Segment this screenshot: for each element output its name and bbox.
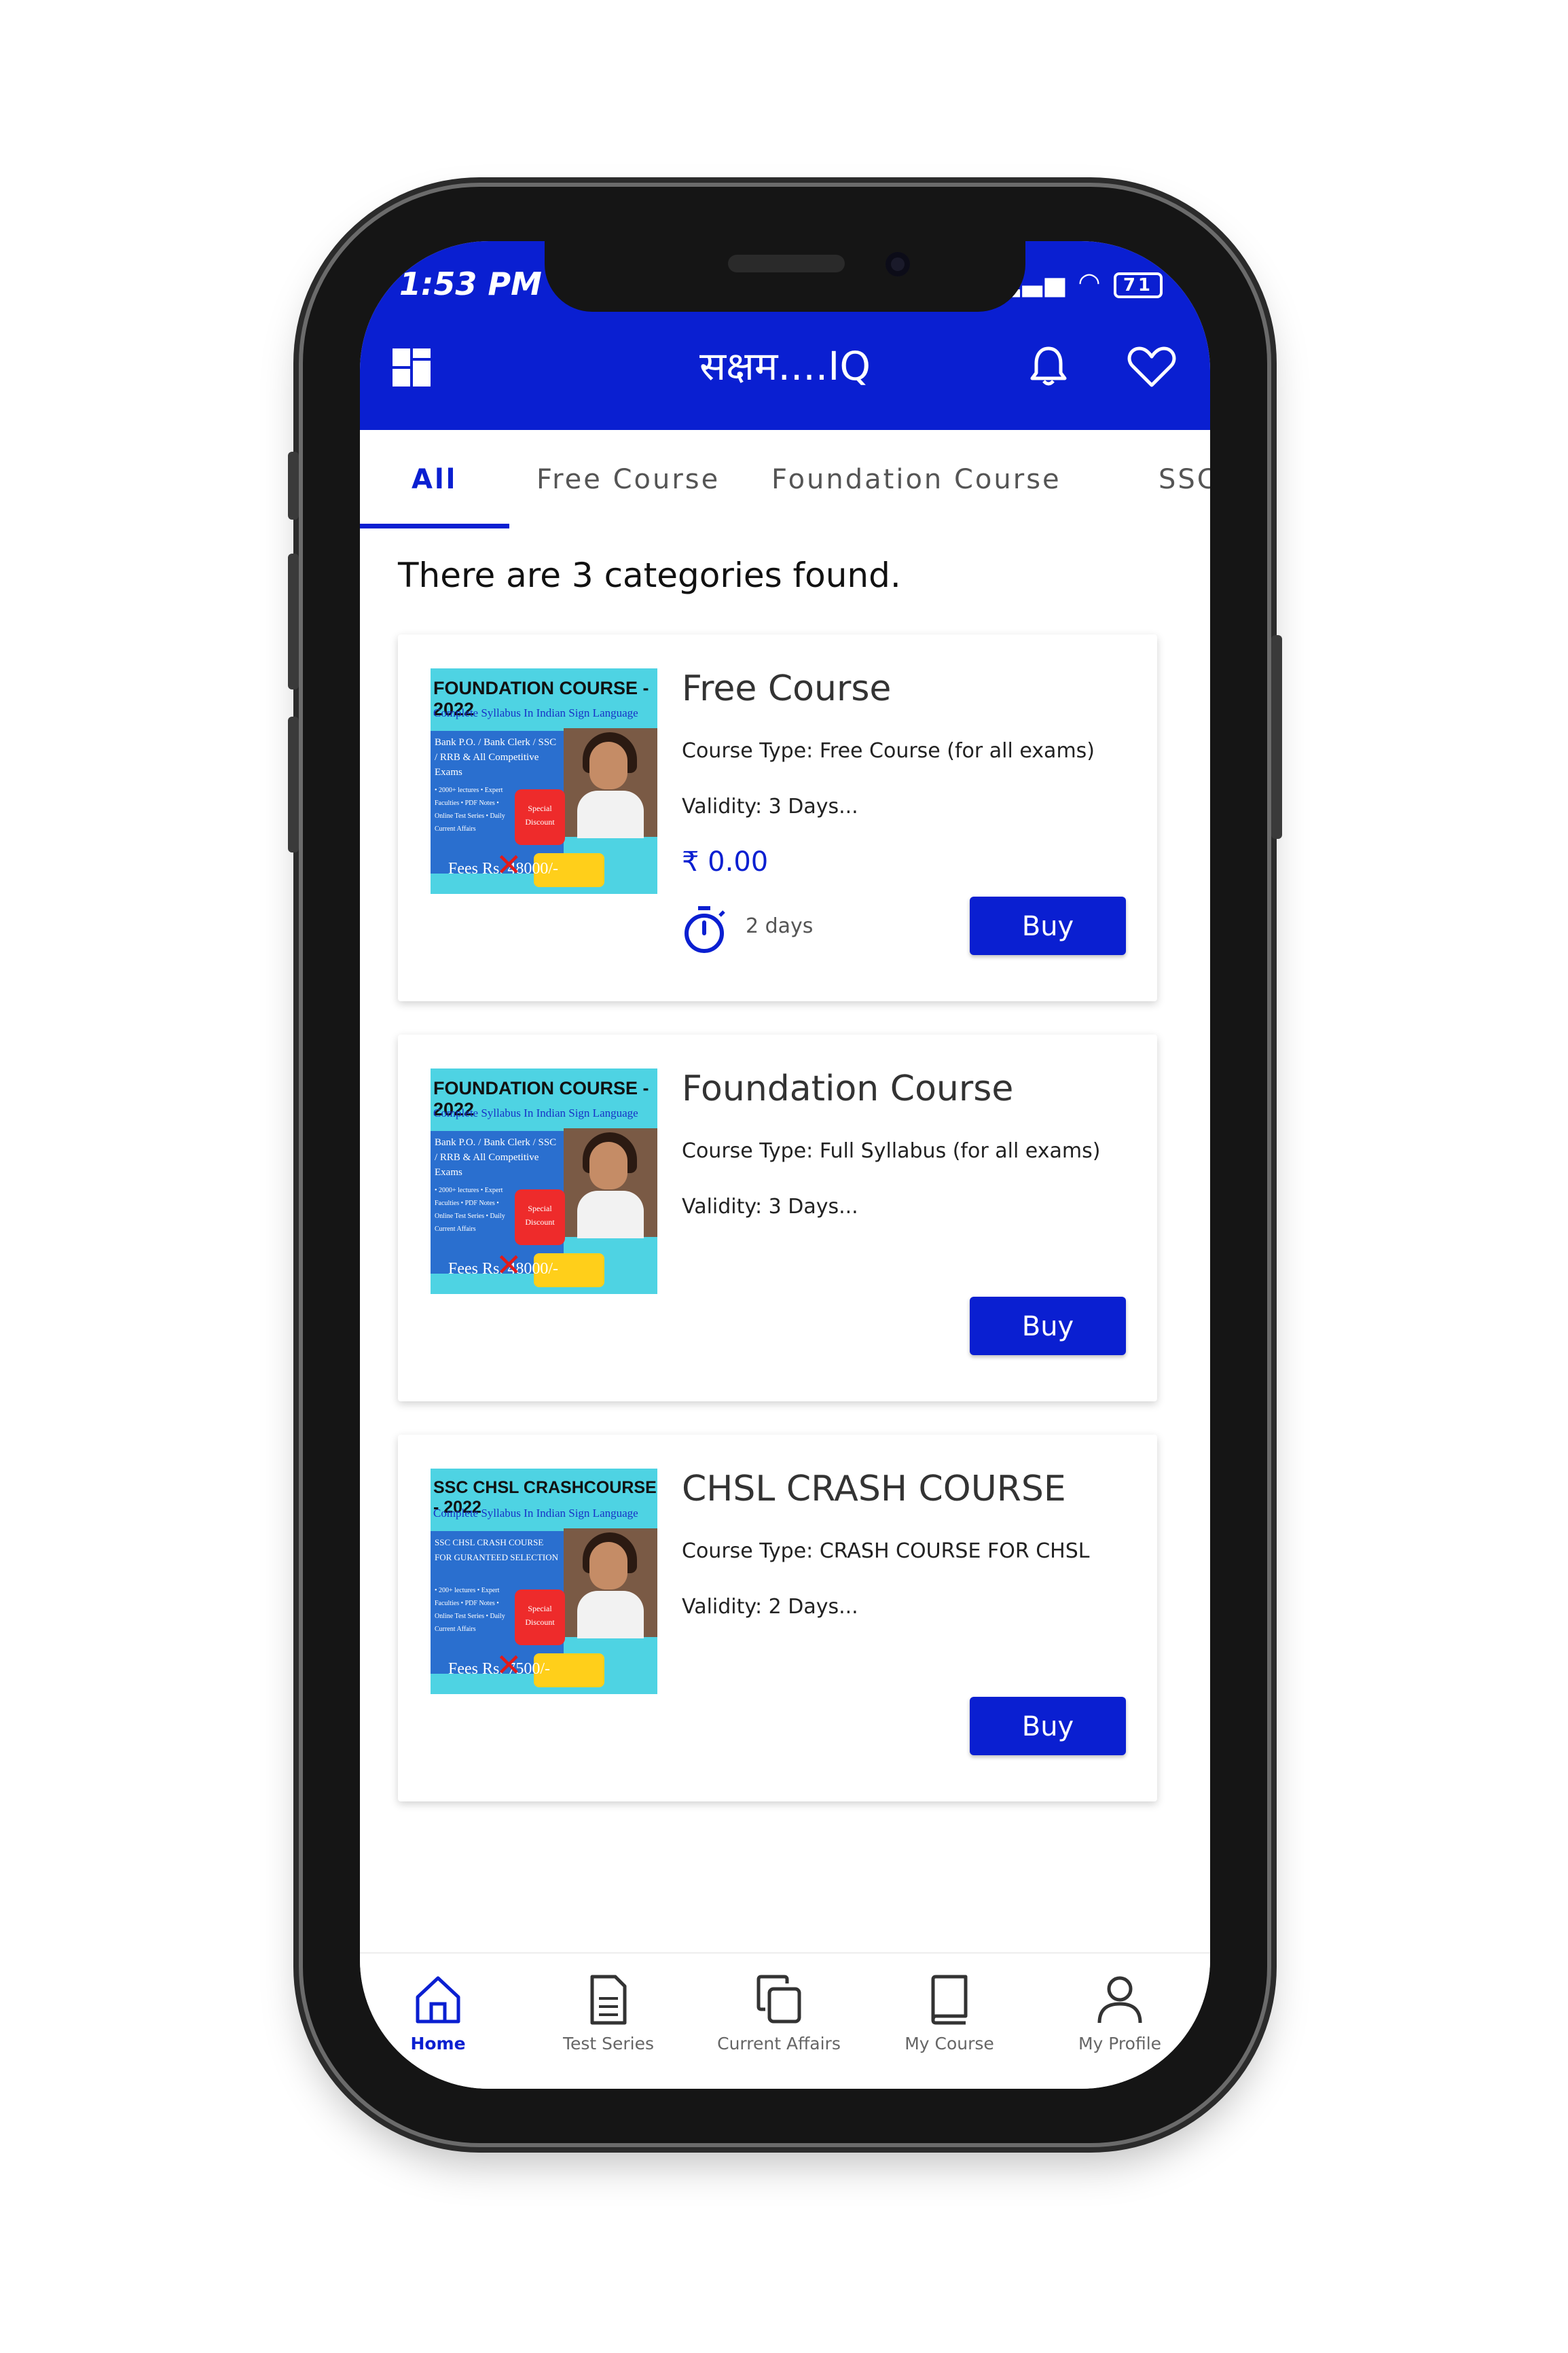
- thumb-exams-text: SSC CHSL CRASH COURSE FOR GURANTEED SELE…: [435, 1537, 558, 1562]
- status-time: 1:53 PM: [399, 266, 542, 302]
- discount-badge-text: Special Discount: [525, 804, 555, 827]
- buy-button[interactable]: Buy: [970, 1297, 1126, 1355]
- battery-icon: 71: [1113, 272, 1163, 298]
- nav-my-profile-label: My Profile: [1078, 2034, 1162, 2053]
- tab-free-course[interactable]: Free Course: [536, 464, 720, 495]
- bottom-navigation: Home Test Series Current Affairs My Cour…: [360, 1952, 1210, 2089]
- categories-found-text: There are 3 categories found.: [398, 556, 901, 595]
- course-thumbnail: SSC CHSL CRASHCOURSE - 2022 Complete Syl…: [431, 1469, 657, 1694]
- front-camera: [886, 252, 910, 276]
- favorites-heart-icon[interactable]: [1127, 344, 1176, 389]
- course-list: There are 3 categories found. FOUNDATION…: [360, 528, 1210, 1952]
- strike-mark: ✕: [496, 1248, 522, 1282]
- tab-ssc[interactable]: SSC: [1159, 464, 1210, 495]
- thumb-exams-text: Bank P.O. / Bank Clerk / SSC / RRB & All…: [435, 1137, 557, 1178]
- nav-test-series-label: Test Series: [562, 2034, 655, 2053]
- nav-home-label: Home: [410, 2034, 466, 2053]
- nav-my-course-label: My Course: [905, 2034, 994, 2053]
- buy-button[interactable]: Buy: [970, 1697, 1126, 1755]
- nav-current-affairs[interactable]: Current Affairs: [704, 1973, 854, 2053]
- phone-volume-down: [288, 717, 299, 852]
- course-card-foundation-course[interactable]: FOUNDATION COURSE - 2022 Complete Syllab…: [398, 1035, 1157, 1401]
- buy-button[interactable]: Buy: [970, 897, 1126, 955]
- thumb-photo: [564, 728, 657, 838]
- timer-icon: [685, 906, 725, 953]
- tab-foundation-course[interactable]: Foundation Course: [771, 464, 1061, 495]
- book-icon: [931, 1975, 968, 2025]
- tab-all[interactable]: All: [412, 464, 457, 495]
- course-validity: Validity: 3 Days...: [682, 795, 858, 819]
- copy-icon: [756, 1975, 801, 2024]
- discount-badge-text: Special Discount: [525, 1604, 555, 1627]
- thumb-features: • 2000+ lectures • Expert Faculties • PD…: [435, 787, 505, 833]
- thumb-subtitle: Complete Syllabus In Indian Sign Languag…: [433, 1507, 638, 1520]
- course-thumbnail: FOUNDATION COURSE - 2022 Complete Syllab…: [431, 668, 657, 894]
- thumb-subtitle: Complete Syllabus In Indian Sign Languag…: [433, 1107, 638, 1119]
- course-title: CHSL CRASH COURSE: [682, 1469, 1066, 1509]
- category-tabs: All Free Course Foundation Course SSC: [360, 430, 1210, 528]
- thumb-features: • 2000+ lectures • Expert Faculties • PD…: [435, 1187, 505, 1233]
- nav-my-course[interactable]: My Course: [875, 1973, 1024, 2053]
- thumb-subtitle: Complete Syllabus In Indian Sign Languag…: [433, 706, 638, 719]
- nav-current-affairs-label: Current Affairs: [717, 2034, 841, 2053]
- nav-my-profile[interactable]: My Profile: [1045, 1973, 1195, 2053]
- home-icon: [416, 1976, 460, 2024]
- thumb-features: • 200+ lectures • Expert Faculties • PDF…: [435, 1587, 505, 1633]
- course-type: Course Type: CRASH COURSE FOR CHSL: [682, 1539, 1090, 1563]
- phone-volume-up: [288, 554, 299, 689]
- phone-notch: [545, 241, 1025, 312]
- course-card-chsl-crash-course[interactable]: SSC CHSL CRASHCOURSE - 2022 Complete Syl…: [398, 1435, 1157, 1801]
- document-icon: [590, 1975, 627, 2025]
- course-price: ₹ 0.00: [682, 846, 769, 878]
- course-type: Course Type: Free Course (for all exams): [682, 739, 1095, 763]
- course-card-free-course[interactable]: FOUNDATION COURSE - 2022 Complete Syllab…: [398, 634, 1157, 1001]
- strike-mark: ✕: [496, 848, 522, 882]
- course-thumbnail: FOUNDATION COURSE - 2022 Complete Syllab…: [431, 1068, 657, 1294]
- course-title: Foundation Course: [682, 1068, 1014, 1109]
- course-title: Free Course: [682, 668, 892, 709]
- phone-power-button: [1271, 635, 1282, 839]
- nav-test-series[interactable]: Test Series: [534, 1973, 683, 2053]
- phone-frame: 1:53 PM ▂▃▅ ◠ 71 सक्षम....IQ All Free Co…: [288, 187, 1282, 2143]
- course-validity: Validity: 2 Days...: [682, 1595, 858, 1619]
- nav-home[interactable]: Home: [363, 1973, 513, 2053]
- notification-bell-icon[interactable]: [1027, 344, 1070, 388]
- speaker-grill: [728, 255, 845, 272]
- app-title: सक्षम....IQ: [699, 343, 871, 389]
- thumb-photo: [564, 1128, 657, 1238]
- phone-side-button: [288, 452, 299, 520]
- active-tab-indicator: [360, 524, 509, 528]
- app-screen: 1:53 PM ▂▃▅ ◠ 71 सक्षम....IQ All Free Co…: [360, 241, 1210, 2089]
- thumb-exams-text: Bank P.O. / Bank Clerk / SSC / RRB & All…: [435, 737, 557, 778]
- strike-mark: ✕: [496, 1648, 522, 1683]
- wifi-icon: ◠: [1079, 267, 1102, 297]
- remaining-days: 2 days: [746, 914, 814, 938]
- discount-badge-text: Special Discount: [525, 1204, 555, 1227]
- course-validity: Validity: 3 Days...: [682, 1195, 858, 1219]
- thumb-photo: [564, 1528, 657, 1638]
- app-header: 1:53 PM ▂▃▅ ◠ 71 सक्षम....IQ: [360, 241, 1210, 430]
- course-type: Course Type: Full Syllabus (for all exam…: [682, 1139, 1101, 1163]
- user-icon: [1097, 1976, 1142, 2024]
